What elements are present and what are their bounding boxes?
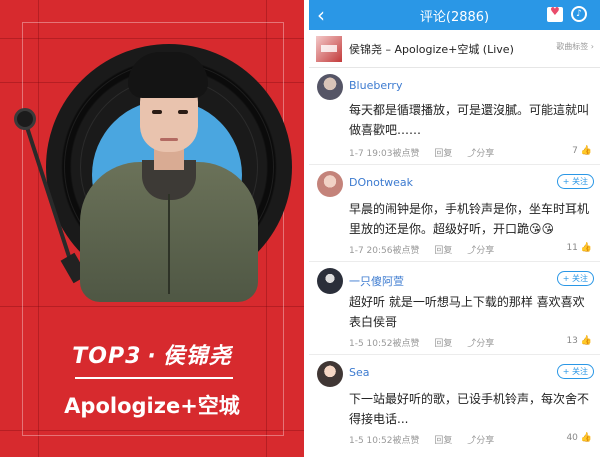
comment-time: 1-7 20:56被点赞 xyxy=(349,246,420,256)
promo-song-title: Apologize+空城 xyxy=(64,394,240,418)
promo-poster: TOP3 · 侯锦尧 Apologize+空城 xyxy=(0,0,304,457)
reply-button[interactable]: 回复 xyxy=(434,246,452,256)
song-info-row[interactable]: 侯锦尧 – Apologize+空城 (Live) 歌曲标签 › xyxy=(309,31,600,68)
comment-username[interactable]: Sea xyxy=(349,366,370,379)
reply-button[interactable]: 回复 xyxy=(434,436,452,446)
artist-portrait xyxy=(58,44,280,302)
share-icon: ⤴ xyxy=(467,436,477,446)
comment-time: 1-5 10:52被点赞 xyxy=(349,436,420,446)
comment-username[interactable]: 一只傻阿萱 xyxy=(349,273,404,289)
chevron-right-icon: › xyxy=(590,42,594,51)
like-button[interactable]: 7 👍 xyxy=(572,146,592,156)
avatar[interactable] xyxy=(317,74,343,100)
like-button[interactable]: 40 👍 xyxy=(566,433,592,443)
comment-meta: 1-7 20:56被点赞 回复 ⤴分享 xyxy=(349,243,506,256)
like-count: 11 xyxy=(566,243,578,253)
comment-text: 每天都是循環播放，可是還沒膩。可能這就叫做喜歡吧…… xyxy=(349,103,590,137)
title-separator: · xyxy=(147,344,157,369)
comment-meta: 1-5 10:52被点赞 回复 ⤴分享 xyxy=(349,433,506,446)
music-disc-icon[interactable]: ♪ xyxy=(571,6,587,22)
song-cover xyxy=(316,36,342,62)
like-count: 7 xyxy=(572,146,578,156)
top-bar: ‹ 评论(2886) ♪ xyxy=(309,0,600,30)
like-button[interactable]: 11 👍 xyxy=(566,243,592,253)
like-count: 13 xyxy=(566,336,578,346)
comment-meta: 1-7 19:03被点赞 回复 ⤴分享 xyxy=(349,146,506,159)
song-tag-label: 歌曲标签 xyxy=(556,42,589,51)
avatar[interactable] xyxy=(317,268,343,294)
thumbs-up-icon: 👍 xyxy=(580,336,592,346)
share-icon: ⤴ xyxy=(467,246,477,256)
comment-item: DOnotweak + 关注 早晨的闹钟是你，手机铃声是你，坐车时耳机里放的还是… xyxy=(309,165,600,262)
title-underline xyxy=(75,377,233,379)
follow-button[interactable]: + 关注 xyxy=(556,174,594,189)
comment-item: 一只傻阿萱 + 关注 超好听 就是一听想马上下载的那样 喜欢喜欢表白侯哥 1-5… xyxy=(309,262,600,355)
tonearm-pivot xyxy=(14,108,36,130)
comment-username[interactable]: DOnotweak xyxy=(349,176,413,189)
reply-button[interactable]: 回复 xyxy=(434,339,452,349)
thumbs-up-icon: 👍 xyxy=(580,243,592,253)
comment-time: 1-7 19:03被点赞 xyxy=(349,149,420,159)
avatar[interactable] xyxy=(317,361,343,387)
share-button[interactable]: ⤴分享 xyxy=(467,436,494,446)
like-count: 40 xyxy=(566,433,578,443)
comment-item: Blueberry 每天都是循環播放，可是還沒膩。可能這就叫做喜歡吧…… 1-7… xyxy=(309,68,600,165)
share-button[interactable]: ⤴分享 xyxy=(467,339,494,349)
song-tag-link[interactable]: 歌曲标签 › xyxy=(556,41,594,52)
comment-username[interactable]: Blueberry xyxy=(349,79,402,92)
comment-item: Sea + 关注 下一站最好听的歌，已设手机铃声，每次舍不得接电话... 1-5… xyxy=(309,355,600,457)
comment-text: 超好听 就是一听想马上下载的那样 喜欢喜欢表白侯哥 xyxy=(349,295,585,329)
share-icon: ⤴ xyxy=(467,149,477,159)
song-title: 侯锦尧 – Apologize+空城 (Live) xyxy=(349,43,514,56)
comment-text: 下一站最好听的歌，已设手机铃声，每次舍不得接电话... xyxy=(349,392,590,426)
heart-share-icon[interactable] xyxy=(547,5,563,22)
share-icon: ⤴ xyxy=(467,339,477,349)
follow-button[interactable]: + 关注 xyxy=(556,271,594,286)
artist-name: 侯锦尧 xyxy=(162,344,232,369)
thumbs-up-icon: 👍 xyxy=(580,146,592,156)
rank-label: TOP3 xyxy=(72,344,142,369)
comment-time: 1-5 10:52被点赞 xyxy=(349,339,420,349)
share-button[interactable]: ⤴分享 xyxy=(467,149,494,159)
reply-button[interactable]: 回复 xyxy=(434,149,452,159)
comments-screen: ‹ 评论(2886) ♪ 侯锦尧 – Apologize+空城 (Live) 歌… xyxy=(309,0,600,457)
thumbs-up-icon: 👍 xyxy=(580,433,592,443)
like-button[interactable]: 13 👍 xyxy=(566,336,592,346)
share-button[interactable]: ⤴分享 xyxy=(467,246,494,256)
comment-text: 早晨的闹钟是你，手机铃声是你，坐车时耳机里放的还是你。超级好听，开口跪😘😘 xyxy=(349,202,590,236)
promo-rank-title: TOP3 · 侯锦尧 xyxy=(0,338,304,370)
comment-meta: 1-5 10:52被点赞 回复 ⤴分享 xyxy=(349,336,506,349)
avatar[interactable] xyxy=(317,171,343,197)
follow-button[interactable]: + 关注 xyxy=(556,364,594,379)
